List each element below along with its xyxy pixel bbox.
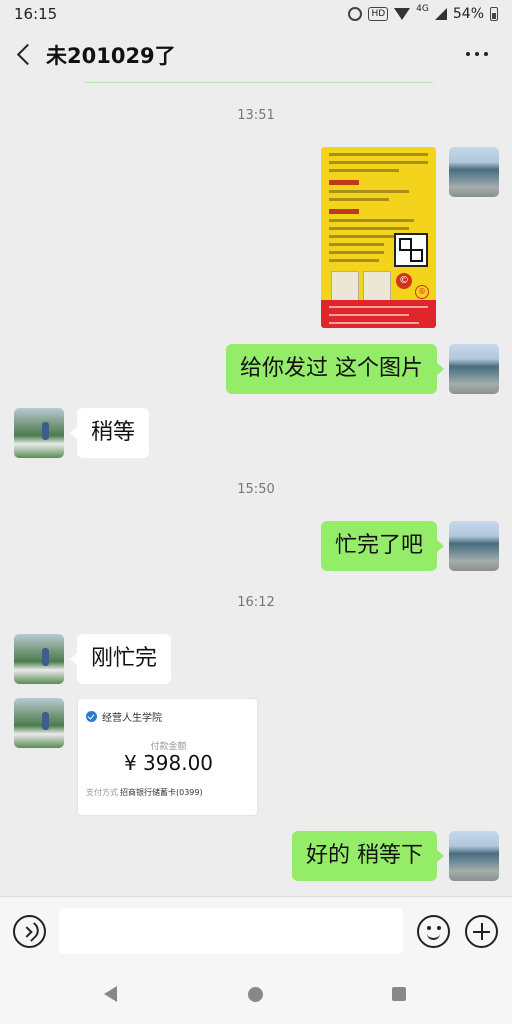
contact-avatar[interactable] (14, 408, 64, 458)
voice-icon[interactable] (13, 915, 46, 948)
system-back-icon[interactable] (104, 986, 117, 1002)
system-home-icon[interactable] (248, 987, 263, 1002)
message-bubble-sent[interactable]: 给你发过 这个图片 (226, 344, 444, 394)
message-bubble-received[interactable]: 刚忙完 (69, 634, 172, 684)
chat-header: 未201029了 (0, 28, 512, 82)
signal-icon (434, 8, 447, 20)
status-icons: HD 4G 54% (348, 4, 498, 22)
battery-percent: 54% (452, 6, 484, 22)
qr-code-icon (394, 233, 428, 267)
message-input[interactable] (59, 908, 403, 954)
image-footer (321, 300, 436, 328)
payment-receipt-card[interactable]: 经营人生学院 付款金额 ¥ 398.00 支付方式 招商银行储蓄卡(0399) (77, 698, 258, 816)
status-time: 16:15 (14, 5, 58, 23)
alarm-icon (348, 7, 363, 21)
timestamp: 15:50 (237, 482, 275, 497)
network-type: 4G (416, 4, 429, 14)
my-avatar[interactable] (449, 831, 499, 881)
my-avatar[interactable] (449, 147, 499, 197)
payment-method-value: 招商银行储蓄卡(0399) (120, 788, 203, 797)
certificate-image (331, 271, 359, 303)
image-message[interactable]: © ® (321, 147, 436, 328)
certificate-image (363, 271, 391, 303)
message-bubble-sent[interactable]: 忙完了吧 (320, 521, 445, 571)
more-icon[interactable] (466, 52, 488, 56)
wifi-icon (394, 8, 411, 20)
system-recents-icon[interactable] (392, 987, 406, 1001)
system-navigation-bar (0, 964, 512, 1024)
input-bar (0, 896, 512, 964)
my-avatar[interactable] (449, 344, 499, 394)
copyright-icon: © (396, 273, 412, 289)
plus-icon[interactable] (465, 915, 498, 948)
battery-icon (490, 7, 498, 21)
my-avatar[interactable] (449, 521, 499, 571)
header-divider (85, 82, 433, 83)
payment-amount: ¥ 398.00 (123, 751, 214, 775)
status-bar: 16:15 HD 4G 54% (0, 0, 512, 28)
contact-avatar[interactable] (14, 634, 64, 684)
timestamp: 13:51 (237, 108, 275, 123)
message-bubble-sent[interactable]: 好的 稍等下 (292, 831, 444, 881)
merchant-row: 经营人生学院 (86, 709, 162, 724)
merchant-name: 经营人生学院 (102, 713, 162, 724)
chat-title: 未201029了 (46, 44, 176, 68)
emoji-icon[interactable] (417, 915, 450, 948)
verified-icon (86, 711, 97, 722)
back-arrow-icon[interactable] (0, 28, 46, 82)
payment-method-label: 支付方式 (86, 788, 118, 797)
message-bubble-received[interactable]: 稍等 (69, 408, 150, 458)
contact-avatar[interactable] (14, 698, 64, 748)
hd-badge: HD (368, 7, 389, 21)
timestamp: 16:12 (237, 595, 275, 610)
registered-icon: ® (415, 285, 429, 299)
